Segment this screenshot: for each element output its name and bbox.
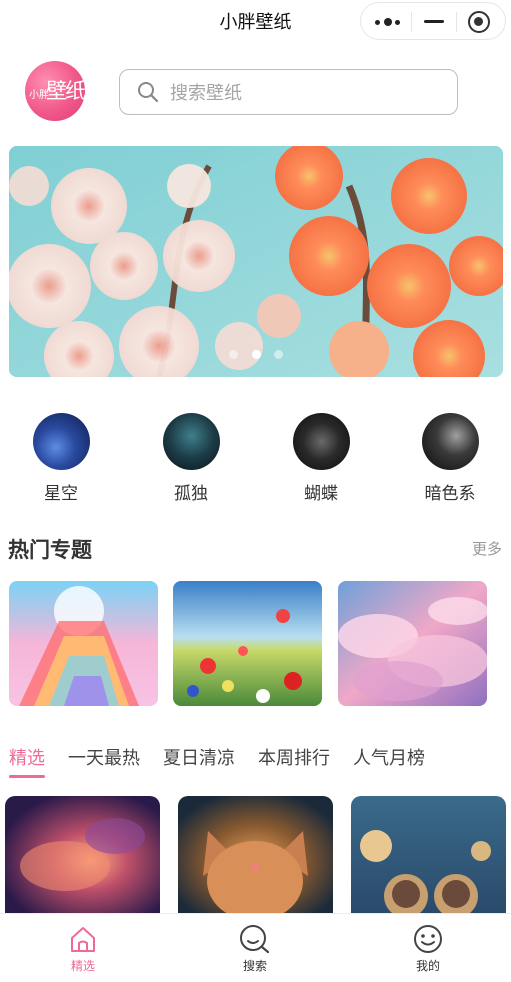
minimize-icon[interactable] — [424, 20, 444, 23]
tab-monthly-popular[interactable]: 人气月榜 — [353, 744, 425, 770]
tabbar-label: 搜索 — [242, 959, 267, 973]
category-thumb — [162, 413, 220, 470]
tabbar-item-search[interactable]: 搜索 — [215, 924, 295, 974]
category-thumb — [292, 413, 350, 470]
app-logo: 小胖 壁纸 — [25, 61, 85, 121]
wallpaper-image-nebula — [5, 796, 160, 914]
carousel-dot-active[interactable] — [251, 350, 261, 359]
category-item-lonely[interactable]: 孤独 — [151, 413, 231, 504]
topic-image-rainbow-stairs — [9, 581, 158, 706]
tab-daily-hot[interactable]: 一天最热 — [68, 744, 140, 770]
search-box[interactable] — [119, 69, 458, 115]
category-thumb — [32, 413, 90, 470]
topic-card[interactable] — [338, 581, 487, 706]
wallpaper-tile[interactable] — [178, 796, 333, 914]
wallpaper-image-cat — [178, 796, 333, 914]
tabbar-label: 我的 — [415, 959, 440, 973]
search-face-icon — [240, 925, 270, 954]
topic-card[interactable] — [9, 581, 158, 706]
section-title-hot-topics: 热门专题 — [8, 538, 92, 562]
wallpaper-tile[interactable] — [351, 796, 506, 914]
category-item-starry-sky[interactable]: 星空 — [21, 413, 101, 504]
tabbar-item-featured[interactable]: 精选 — [43, 924, 123, 974]
capsule-divider — [456, 12, 457, 32]
carousel-dot[interactable] — [273, 350, 283, 359]
topic-image-flower-field — [173, 581, 322, 706]
close-target-icon[interactable] — [468, 11, 490, 33]
tab-summer-cool[interactable]: 夏日清凉 — [163, 744, 235, 770]
search-input[interactable] — [170, 79, 440, 107]
smile-face-icon — [414, 925, 442, 953]
bottom-tab-bar: 精选 搜索 我的 — [0, 913, 511, 982]
banner-carousel[interactable] — [9, 146, 503, 377]
more-options-icon[interactable] — [375, 18, 401, 26]
carousel-dot[interactable] — [229, 350, 239, 359]
home-icon — [71, 927, 95, 952]
navigation-bar: 小胖壁纸 — [0, 0, 511, 44]
category-thumb — [421, 413, 479, 470]
mini-program-capsule — [360, 2, 506, 40]
category-item-dark[interactable]: 暗色系 — [410, 413, 490, 504]
category-label: 暗色系 — [424, 484, 476, 504]
wallpaper-tile[interactable] — [5, 796, 160, 914]
tabbar-item-mine[interactable]: 我的 — [388, 924, 468, 974]
topic-card[interactable] — [173, 581, 322, 706]
category-label: 星空 — [44, 484, 78, 504]
topic-image-clouds — [338, 581, 487, 706]
category-label: 孤独 — [174, 484, 208, 504]
logo-text-big: 壁纸 — [46, 79, 85, 103]
category-label: 蝴蝶 — [304, 484, 338, 504]
tab-featured[interactable]: 精选 — [9, 744, 45, 778]
app-page: 小胖壁纸 小胖 壁纸 搜索壁纸 星空 孤独 蝴蝶 暗色系 热门专题 更多 精选 … — [0, 0, 511, 982]
search-icon — [138, 82, 159, 103]
category-item-butterfly[interactable]: 蝴蝶 — [281, 413, 361, 504]
banner-image — [9, 146, 503, 377]
more-link[interactable]: 更多 — [472, 538, 502, 559]
category-list: 星空 孤独 蝴蝶 暗色系 — [0, 413, 511, 504]
capsule-divider — [411, 12, 412, 32]
wallpaper-image-astronauts — [351, 796, 506, 914]
tab-weekly-rank[interactable]: 本周排行 — [258, 744, 330, 770]
carousel-indicators — [9, 344, 503, 363]
tabbar-label: 精选 — [70, 959, 95, 973]
